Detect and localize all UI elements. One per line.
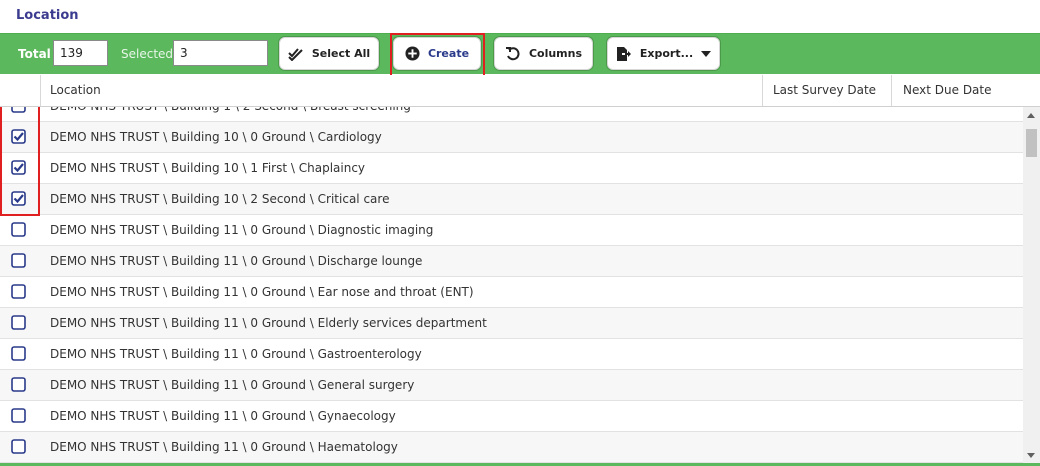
table-row[interactable]: DEMO NHS TRUST \ Building 11 \ 0 Ground … [0,246,1023,277]
location-cell: DEMO NHS TRUST \ Building 10 \ 2 Second … [50,192,390,206]
checkbox-icon[interactable] [11,315,26,330]
location-cell: DEMO NHS TRUST \ Building 10 \ 1 First \… [50,161,366,175]
table-row[interactable]: DEMO NHS TRUST \ Building 1 \ 2 Second \… [0,106,1023,122]
location-cell: DEMO NHS TRUST \ Building 11 \ 0 Ground … [50,285,474,299]
checkbox-icon[interactable] [11,253,26,268]
caret-down-icon [701,50,712,57]
total-field[interactable]: 139 [53,40,108,66]
toolbar: Total 139 Selected 3 Select All Create C… [0,33,1040,74]
table-header: Location Last Survey Date Next Due Date [0,75,1040,107]
column-header-next-due-date[interactable]: Next Due Date [903,75,992,106]
location-cell: DEMO NHS TRUST \ Building 11 \ 0 Ground … [50,223,434,237]
checkbox-icon[interactable] [11,106,26,113]
scrollbar-thumb[interactable] [1026,129,1037,157]
checkbox-icon[interactable] [11,439,26,454]
column-header-location[interactable]: Location [50,75,101,106]
table-row[interactable]: DEMO NHS TRUST \ Building 10 \ 1 First \… [0,153,1023,184]
export-dropdown-button[interactable]: Export... [607,37,720,70]
columns-label: Columns [528,47,583,60]
double-check-icon [288,47,303,61]
location-cell: DEMO NHS TRUST \ Building 1 \ 2 Second \… [50,106,411,113]
select-all-button[interactable]: Select All [279,37,379,70]
scroll-down-icon[interactable] [1027,453,1035,458]
location-cell: DEMO NHS TRUST \ Building 11 \ 0 Ground … [50,347,422,361]
column-header-last-survey-date[interactable]: Last Survey Date [773,75,876,106]
table-row[interactable]: DEMO NHS TRUST \ Building 11 \ 0 Ground … [0,339,1023,370]
location-cell: DEMO NHS TRUST \ Building 11 \ 0 Ground … [50,409,396,423]
table-row[interactable]: DEMO NHS TRUST \ Building 11 \ 0 Ground … [0,215,1023,246]
checkbox-checked-icon[interactable] [11,191,26,206]
checkbox-icon[interactable] [11,346,26,361]
vertical-scrollbar[interactable] [1023,107,1040,464]
create-button[interactable]: Create [393,37,481,70]
location-cell: DEMO NHS TRUST \ Building 11 \ 0 Ground … [50,316,487,330]
checkbox-icon[interactable] [11,284,26,299]
table-row[interactable]: DEMO NHS TRUST \ Building 11 \ 0 Ground … [0,277,1023,308]
total-label: Total [18,47,51,61]
file-export-icon [616,46,631,61]
checkbox-checked-icon[interactable] [11,160,26,175]
checkbox-icon[interactable] [11,222,26,237]
location-cell: DEMO NHS TRUST \ Building 11 \ 0 Ground … [50,378,415,392]
export-label: Export... [639,47,694,60]
location-cell: DEMO NHS TRUST \ Building 11 \ 0 Ground … [50,440,398,454]
undo-icon [505,46,520,60]
table-row[interactable]: DEMO NHS TRUST \ Building 10 \ 0 Ground … [0,122,1023,153]
table-body: DEMO NHS TRUST \ Building 1 \ 2 Second \… [0,106,1023,463]
checkbox-icon[interactable] [11,377,26,392]
table-row[interactable]: DEMO NHS TRUST \ Building 11 \ 0 Ground … [0,308,1023,339]
scroll-up-icon[interactable] [1027,113,1035,118]
checkbox-icon[interactable] [11,408,26,423]
select-all-label: Select All [311,47,371,60]
table-row[interactable]: DEMO NHS TRUST \ Building 11 \ 0 Ground … [0,401,1023,432]
table-row[interactable]: DEMO NHS TRUST \ Building 10 \ 2 Second … [0,184,1023,215]
location-cell: DEMO NHS TRUST \ Building 11 \ 0 Ground … [50,254,423,268]
selected-field[interactable]: 3 [173,40,268,66]
create-label: Create [427,47,470,60]
table-row[interactable]: DEMO NHS TRUST \ Building 11 \ 0 Ground … [0,370,1023,401]
checkbox-checked-icon[interactable] [11,129,26,144]
table-row[interactable]: DEMO NHS TRUST \ Building 11 \ 0 Ground … [0,432,1023,463]
page-title: Location [16,8,79,23]
location-table: Location Last Survey Date Next Due Date … [0,75,1040,466]
plus-circle-icon [405,46,420,61]
selected-label: Selected [121,47,174,61]
location-cell: DEMO NHS TRUST \ Building 10 \ 0 Ground … [50,130,382,144]
columns-button[interactable]: Columns [494,37,593,70]
